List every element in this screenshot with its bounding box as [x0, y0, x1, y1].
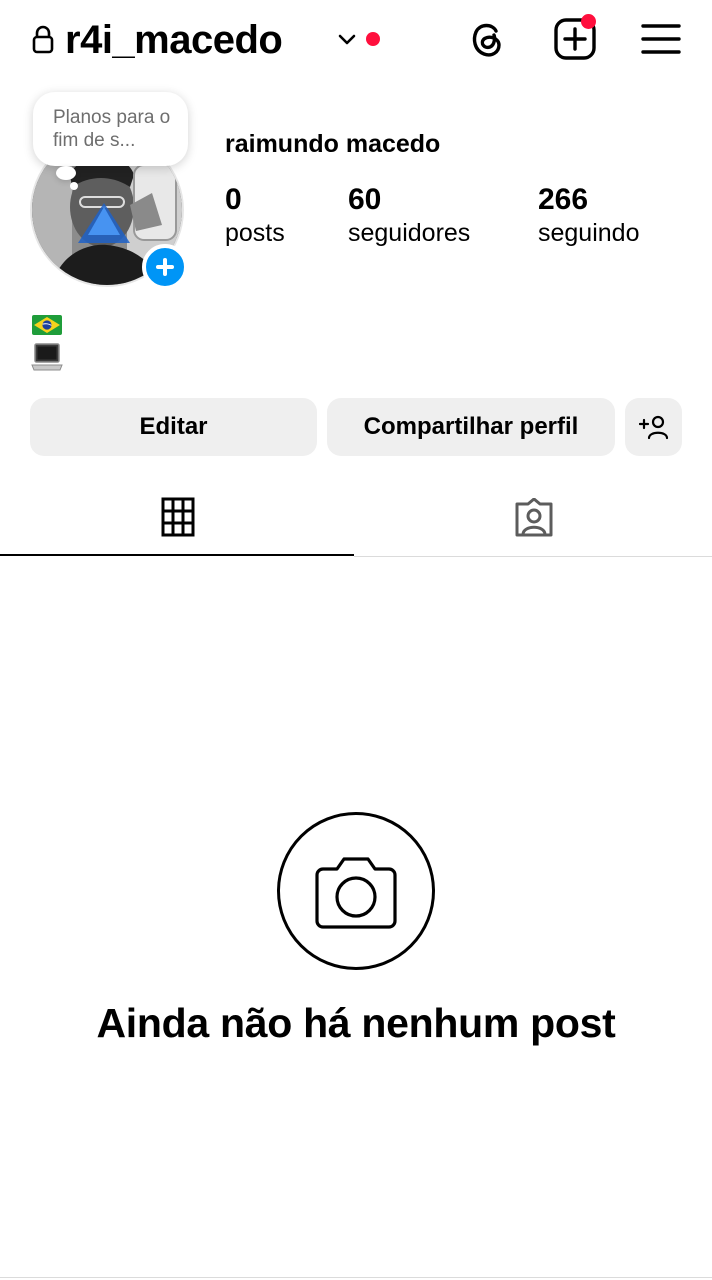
- note-bubble-tail: [56, 166, 76, 180]
- camera-icon: [315, 857, 397, 929]
- profile-full-name: raimundo macedo: [225, 130, 441, 158]
- stat-following[interactable]: 266 seguindo: [538, 182, 639, 248]
- brazil-flag-icon: [32, 315, 62, 335]
- add-person-icon: [638, 415, 668, 440]
- stat-posts[interactable]: 0 posts: [225, 182, 285, 248]
- profile-header: r4i_macedo: [0, 0, 712, 80]
- username-switcher[interactable]: r4i_macedo: [65, 14, 283, 66]
- note-bubble-tail-small: [70, 182, 78, 190]
- stat-followers-label: seguidores: [348, 219, 471, 247]
- share-profile-button[interactable]: Compartilhar perfil: [327, 398, 615, 456]
- chevron-down-icon[interactable]: [336, 28, 358, 50]
- stat-following-count: 266: [538, 183, 589, 216]
- tab-tagged[interactable]: [354, 480, 712, 556]
- stat-following-label: seguindo: [538, 219, 640, 247]
- lock-icon: [32, 25, 54, 54]
- threads-icon[interactable]: [466, 18, 508, 60]
- bottom-divider: [0, 1277, 712, 1278]
- tabs-divider: [354, 556, 712, 557]
- stat-posts-count: 0: [225, 183, 242, 216]
- discover-people-button[interactable]: [625, 398, 682, 456]
- grid-icon: [161, 497, 195, 537]
- add-story-button[interactable]: [142, 244, 188, 290]
- empty-state-title: Ainda não há nenhum post: [96, 1000, 616, 1046]
- active-tab-indicator: [0, 554, 354, 556]
- stat-posts-label: posts: [225, 219, 285, 247]
- stat-followers[interactable]: 60 seguidores: [348, 182, 470, 248]
- tab-posts-grid[interactable]: [0, 480, 354, 556]
- edit-profile-button[interactable]: Editar: [30, 398, 317, 456]
- notification-dot: [366, 32, 380, 46]
- laptop-icon: [31, 343, 63, 371]
- note-bubble[interactable]: Planos para o fim de s...: [33, 92, 188, 166]
- stat-followers-count: 60: [348, 183, 382, 216]
- empty-state-circle: [277, 812, 435, 970]
- create-notification-dot: [581, 14, 596, 29]
- tagged-icon: [515, 498, 553, 537]
- menu-icon[interactable]: [640, 18, 682, 60]
